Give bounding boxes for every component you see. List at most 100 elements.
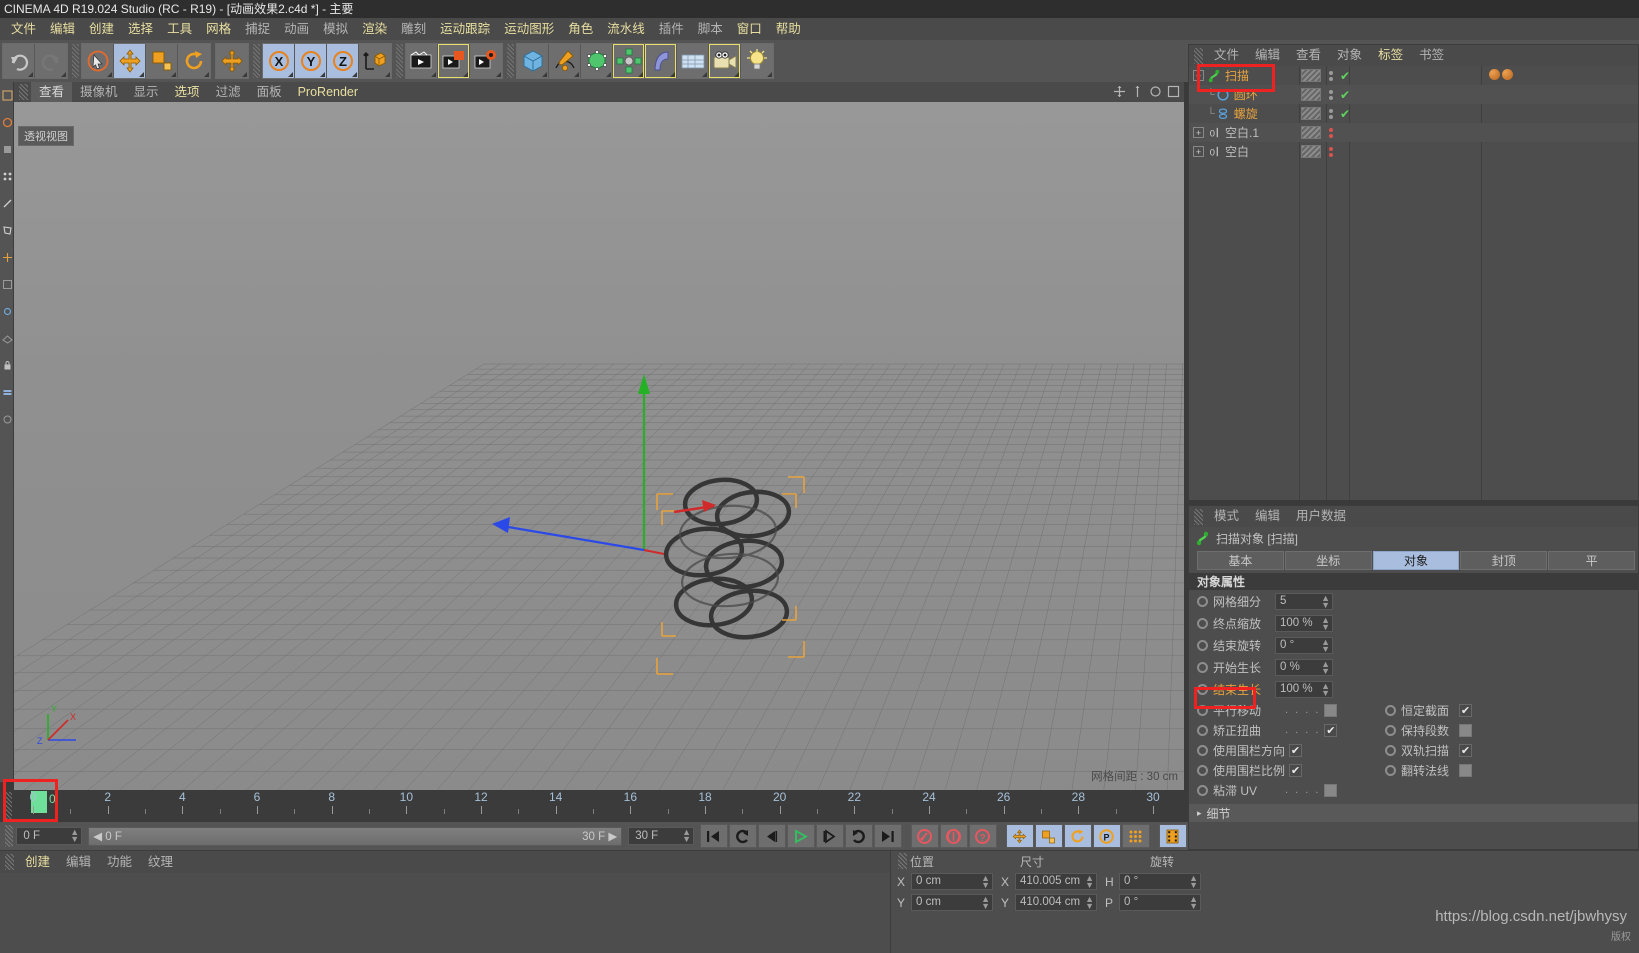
play-icon[interactable] [786, 824, 815, 848]
scale-key-icon[interactable] [1034, 824, 1063, 848]
object-row[interactable]: +0 空白 [1189, 142, 1638, 161]
attr-menu-0[interactable]: 模式 [1206, 506, 1247, 527]
attr-checkbox[interactable] [1324, 783, 1338, 797]
viewport-rotate-icon[interactable] [1149, 85, 1162, 98]
record-keyframe-icon[interactable] [910, 824, 939, 848]
tool-polygons-mode-icon[interactable] [0, 217, 14, 243]
object-row[interactable]: └ 圆环 ✔ [1189, 85, 1638, 104]
coord-spinner[interactable]: ▲ ▼ [1189, 874, 1198, 890]
object-material-tags[interactable] [1487, 69, 1513, 80]
object-visibility-dots[interactable] [1326, 89, 1336, 100]
position-key-icon[interactable] [1005, 824, 1034, 848]
object-visibility-dots[interactable] [1326, 127, 1336, 138]
object-visibility-dots[interactable] [1326, 146, 1336, 157]
timeline-filmstrip-icon[interactable] [1158, 824, 1187, 848]
time-range-slider[interactable]: ◀ 0 F 30 F ▶ [88, 826, 623, 846]
perspective-viewport[interactable]: 透视视图 网格间距 : 30 cm Y Z X [14, 102, 1184, 790]
viewport-menu-bar[interactable]: 查看 摄像机 显示 选项 过滤 面板 ProRender [14, 82, 1184, 102]
menu-item-2[interactable]: 创建 [82, 18, 121, 40]
attr-anim-dot[interactable] [1197, 744, 1208, 756]
attr-checkbox[interactable]: ✔ [1459, 703, 1472, 717]
attr-check-col2[interactable]: 恒定截面 ✔ [1385, 702, 1472, 719]
end-frame-spinner[interactable]: ▲ ▼ [682, 828, 691, 844]
array-modeling-icon[interactable] [613, 44, 645, 78]
attr-checkbox[interactable] [1459, 763, 1472, 777]
attr-anim-dot[interactable] [1197, 617, 1208, 629]
timeline-ruler[interactable]: 0 0 2 4 6 8 10 12 14 16 18 20 22 24 26 28 30 [15, 790, 1188, 822]
menu-item-7[interactable]: 动画 [277, 18, 316, 40]
menu-item-8[interactable]: 模拟 [316, 18, 355, 40]
attr-tab-0[interactable]: 基本 [1197, 551, 1284, 570]
detail-expand-arrow[interactable]: ▸ [1197, 808, 1202, 819]
attr-field-spinner[interactable]: ▲ ▼ [1321, 615, 1330, 631]
menu-item-13[interactable]: 角色 [561, 18, 600, 40]
object-expander[interactable]: + [1193, 70, 1204, 81]
tool-edges-mode-icon[interactable] [0, 190, 14, 216]
playback-buttons[interactable]: ? P [699, 824, 1188, 848]
attr-anim-dot[interactable] [1385, 744, 1396, 756]
material-menu-0[interactable]: 创建 [17, 851, 58, 873]
attr-field-input[interactable]: 100 % ▲ ▼ [1275, 680, 1333, 698]
viewport-move-icon[interactable] [1113, 85, 1126, 98]
go-to-start-icon[interactable] [699, 824, 728, 848]
material-menu-2[interactable]: 功能 [99, 851, 140, 873]
menu-item-18[interactable]: 帮助 [769, 18, 808, 40]
material-manager-menu[interactable]: 创建 编辑 功能 纹理 [0, 851, 890, 873]
object-enable-check-icon[interactable]: ✔ [1340, 107, 1350, 121]
coord-spinner[interactable]: ▲ ▼ [981, 895, 990, 911]
tool-enable-snap-icon[interactable] [0, 298, 14, 324]
attribute-checkbox-rows[interactable]: 平行移动. . . . 恒定截面 ✔ 矫正扭曲. . . . ✔ 保持段数 使用围栏方向 ✔ 双… [1189, 700, 1638, 800]
attr-anim-dot[interactable] [1197, 784, 1208, 796]
menu-item-9[interactable]: 渲染 [355, 18, 394, 40]
attr-tab-1[interactable]: 坐标 [1284, 551, 1372, 570]
material-manager[interactable]: 创建 编辑 功能 纹理 [0, 850, 890, 953]
undo-icon[interactable] [3, 44, 35, 78]
object-visibility-dots[interactable] [1326, 70, 1336, 81]
previous-keyframe-icon[interactable] [728, 824, 757, 848]
attr-checkbox[interactable] [1324, 703, 1338, 717]
tool-texture-mode-icon[interactable] [0, 136, 14, 162]
attr-check-col2[interactable]: 双轨扫描 ✔ [1385, 742, 1472, 759]
end-frame-field[interactable]: 30 F ▲ ▼ [628, 827, 694, 845]
attr-checkbox-row[interactable]: 使用围栏比例 ✔ 翻转法线 [1189, 760, 1638, 780]
attr-field-input[interactable]: 0 % ▲ ▼ [1275, 658, 1333, 676]
attr-anim-dot[interactable] [1197, 724, 1208, 736]
object-manager-list[interactable]: + 扫描 ✔ └ 圆环 ✔ └ 螺旋 ✔ +0 空白.1 +0 空白 [1189, 66, 1638, 500]
attr-check-col2[interactable]: 翻转法线 [1385, 762, 1472, 779]
current-frame-spinner[interactable]: ▲ ▼ [70, 828, 79, 844]
timeline-ruler-bar[interactable]: 0 0 2 4 6 8 10 12 14 16 18 20 22 24 26 28 30 [0, 790, 1188, 822]
attribute-fields[interactable]: 网格细分 5 ▲ ▼ 终点缩放 100 % ▲ ▼ 结束旋转 0 ° ▲ ▼ 开始生长 0 % ▲ ▼ 结束生长… [1189, 590, 1638, 700]
tool-workplane-icon[interactable] [0, 325, 14, 351]
animation-transport-bar[interactable]: 0 F ▲ ▼ ◀ 0 F 30 F ▶ 30 F ▲ ▼ ? P [0, 822, 1188, 850]
attr-checkbox[interactable]: ✔ [1289, 763, 1303, 777]
nurbs-generator-icon[interactable] [581, 44, 613, 78]
attribute-tabs[interactable]: 基本 坐标 对象 封顶平 [1197, 551, 1636, 570]
current-frame-field[interactable]: 0 F ▲ ▼ [16, 827, 83, 845]
material-menu-3[interactable]: 纹理 [140, 851, 181, 873]
attr-field-row[interactable]: 网格细分 5 ▲ ▼ [1189, 590, 1638, 612]
render-region-icon[interactable] [438, 44, 470, 78]
attr-field-spinner[interactable]: ▲ ▼ [1321, 593, 1330, 609]
next-keyframe-icon[interactable] [844, 824, 873, 848]
step-back-icon[interactable] [757, 824, 786, 848]
object-menu-3[interactable]: 对象 [1329, 45, 1370, 66]
attr-anim-dot[interactable] [1197, 683, 1208, 695]
attribute-manager-drag-handle[interactable] [1194, 508, 1203, 525]
menu-item-10[interactable]: 雕刻 [394, 18, 433, 40]
transport-drag-handle[interactable] [5, 825, 14, 847]
material-manager-drag-handle[interactable] [5, 854, 14, 870]
coord-spinner[interactable]: ▲ ▼ [1085, 874, 1094, 890]
render-settings-icon[interactable] [470, 44, 502, 78]
go-to-end-icon[interactable] [873, 824, 902, 848]
autokey-icon[interactable] [939, 824, 968, 848]
attr-field-row[interactable]: 终点缩放 100 % ▲ ▼ [1189, 612, 1638, 634]
object-tag-slot[interactable] [1301, 69, 1321, 82]
coord-rotation-field[interactable]: 0 ° ▲ ▼ [1119, 873, 1201, 890]
object-menu-0[interactable]: 文件 [1206, 45, 1247, 66]
attr-anim-dot[interactable] [1197, 639, 1208, 651]
attr-checkbox-row[interactable]: 平行移动 . . . . 恒定截面 ✔ [1189, 700, 1638, 720]
attr-anim-dot[interactable] [1385, 704, 1396, 716]
tool-extra-icon[interactable] [0, 406, 14, 432]
attr-anim-dot[interactable] [1385, 724, 1396, 736]
object-enable-check-icon[interactable]: ✔ [1340, 88, 1350, 102]
